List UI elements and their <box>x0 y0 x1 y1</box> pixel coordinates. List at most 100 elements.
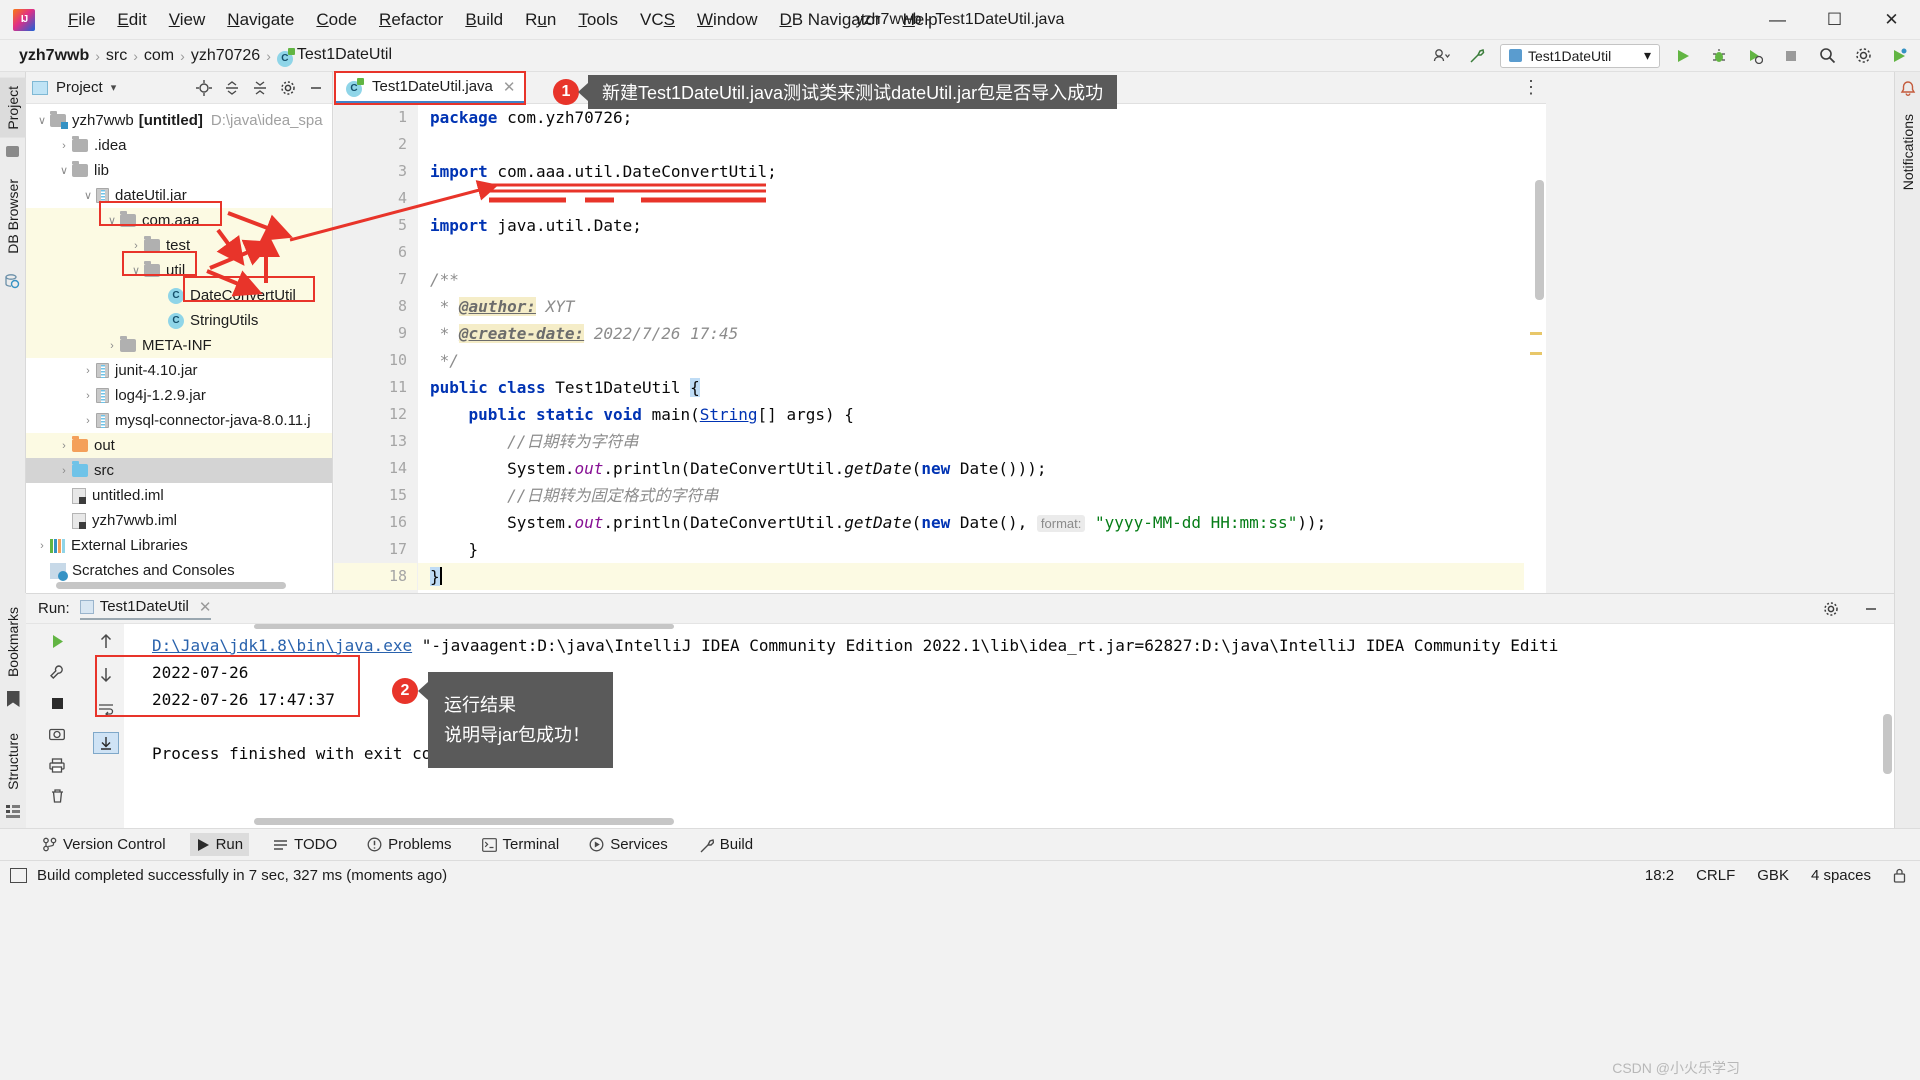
run-configuration-selector[interactable]: Test1DateUtil ▾ <box>1500 44 1660 68</box>
menu-tools[interactable]: Tools <box>567 6 629 34</box>
menu-vcs[interactable]: VCS <box>629 6 686 34</box>
console-java-path-link[interactable]: D:\Java\jdk1.8\bin\java.exe <box>152 636 412 655</box>
gear-icon[interactable] <box>278 78 298 98</box>
sidebar-item-db-browser[interactable]: DB Browser <box>0 171 26 262</box>
code-text[interactable]: package com.yzh70726; import com.aaa.uti… <box>418 104 1546 593</box>
tree-item-com-aaa[interactable]: ∨ com.aaa <box>26 208 332 233</box>
menu-view[interactable]: View <box>158 6 217 34</box>
soft-wrap-icon[interactable] <box>93 698 119 720</box>
tree-item-dateutil-jar[interactable]: ∨ dateUtil.jar <box>26 183 332 208</box>
stop-square-icon[interactable] <box>44 692 70 714</box>
tree-item-src[interactable]: › src <box>26 458 332 483</box>
close-icon[interactable]: ✕ <box>199 598 212 616</box>
locate-icon[interactable] <box>194 78 214 98</box>
chevron-icon[interactable]: › <box>56 140 72 152</box>
maximize-button[interactable]: ☐ <box>1806 0 1863 40</box>
tab-build[interactable]: Build <box>692 833 759 856</box>
editor-gutter[interactable]: 1 2 3 4 5 6 7 8 9 10 11 12 13 14 15 16 1… <box>334 104 418 593</box>
sidebar-item-project[interactable]: Project <box>0 78 26 138</box>
code-editor[interactable]: 1 2 3 4 5 6 7 8 9 10 11 12 13 14 15 16 1… <box>334 104 1546 593</box>
close-button[interactable]: ✕ <box>1863 0 1920 40</box>
breadcrumb-item-com[interactable]: com <box>139 47 179 65</box>
tree-item-dateconvertutil[interactable]: C DateConvertUtil <box>26 283 332 308</box>
chevron-icon[interactable]: › <box>56 465 72 477</box>
console-horizontal-scrollbar[interactable] <box>254 818 674 825</box>
breadcrumb-item-src[interactable]: src <box>101 47 132 65</box>
expand-all-icon[interactable] <box>222 78 242 98</box>
print-icon[interactable] <box>44 754 70 776</box>
breadcrumb-item-package[interactable]: yzh70726 <box>186 47 265 65</box>
menu-navigate[interactable]: Navigate <box>216 6 305 34</box>
editor-vertical-scrollbar[interactable] <box>1535 180 1544 300</box>
chevron-icon[interactable]: › <box>34 540 50 552</box>
menu-file[interactable]: FFileile <box>57 6 106 34</box>
more-options-icon[interactable]: ⋮ <box>1522 77 1540 98</box>
sidebar-item-bookmarks[interactable]: Bookmarks <box>0 599 26 685</box>
file-encoding[interactable]: GBK <box>1757 867 1789 884</box>
tree-item-log4j-jar[interactable]: › log4j-1.2.9.jar <box>26 383 332 408</box>
run-icon[interactable] <box>1670 44 1696 68</box>
up-icon[interactable] <box>93 630 119 652</box>
user-icon[interactable] <box>1428 44 1454 68</box>
chevron-icon[interactable]: ∨ <box>104 214 120 227</box>
minimize-icon[interactable] <box>306 78 326 98</box>
menu-refactor[interactable]: Refactor <box>368 6 454 34</box>
db-inspect-icon[interactable] <box>4 273 21 290</box>
marker-warning[interactable] <box>1530 352 1542 355</box>
chevron-icon[interactable]: ∨ <box>80 189 96 202</box>
editor-marker-bar[interactable] <box>1524 136 1546 625</box>
tab-terminal[interactable]: Terminal <box>476 833 566 856</box>
search-icon[interactable] <box>1814 44 1840 68</box>
chevron-icon[interactable]: ∨ <box>128 264 144 277</box>
menu-code[interactable]: Code <box>305 6 368 34</box>
tab-todo[interactable]: TODO <box>267 833 343 856</box>
console-vertical-scrollbar-area[interactable] <box>1878 624 1894 829</box>
chevron-icon[interactable]: › <box>80 365 96 377</box>
close-icon[interactable]: ✕ <box>503 78 516 96</box>
run-tab-test1dateutil[interactable]: Test1DateUtil ✕ <box>80 598 212 620</box>
minimize-button[interactable]: — <box>1749 0 1806 40</box>
debug-icon[interactable] <box>1706 44 1732 68</box>
menu-build[interactable]: Build <box>454 6 514 34</box>
caret-position[interactable]: 18:2 <box>1645 867 1674 884</box>
down-icon[interactable] <box>93 664 119 686</box>
stop-icon[interactable] <box>1778 44 1804 68</box>
chevron-icon[interactable]: › <box>80 390 96 402</box>
tree-item-out[interactable]: › out <box>26 433 332 458</box>
trash-icon[interactable] <box>44 785 70 807</box>
line-separator[interactable]: CRLF <box>1696 867 1735 884</box>
build-icon[interactable] <box>1464 44 1490 68</box>
breadcrumb-item-project[interactable]: yzh7wwb <box>14 47 94 65</box>
coverage-icon[interactable] <box>1742 44 1768 68</box>
sidebar-item-notifications[interactable]: Notifications <box>1895 106 1920 198</box>
chevron-icon[interactable]: › <box>80 415 96 427</box>
marker-warning[interactable] <box>1530 332 1542 335</box>
project-panel-horizontal-scrollbar[interactable] <box>56 582 286 589</box>
gear-icon[interactable] <box>1818 597 1844 621</box>
camera-icon[interactable] <box>44 723 70 745</box>
menu-window[interactable]: Window <box>686 6 768 34</box>
chevron-icon[interactable]: › <box>56 440 72 452</box>
editor-tab-test1dateutil[interactable]: C Test1DateUtil.java ✕ <box>334 72 525 103</box>
lock-icon[interactable] <box>1893 868 1908 883</box>
breadcrumb-item-file[interactable]: CTest1DateUtil <box>272 46 397 65</box>
sidebar-item-structure[interactable]: Structure <box>0 725 26 798</box>
tree-item-stringutils[interactable]: C StringUtils <box>26 308 332 333</box>
chevron-icon[interactable]: › <box>128 240 144 252</box>
run-console[interactable]: D:\Java\jdk1.8\bin\java.exe "-javaagent:… <box>124 624 1878 829</box>
console-horizontal-scrollbar-top[interactable] <box>254 624 674 629</box>
chevron-icon[interactable]: ∨ <box>34 114 50 127</box>
indent-setting[interactable]: 4 spaces <box>1811 867 1871 884</box>
tree-item-yzh7wwb-iml[interactable]: yzh7wwb.iml <box>26 508 332 533</box>
tree-item-test[interactable]: › test <box>26 233 332 258</box>
console-vertical-scrollbar[interactable] <box>1883 714 1892 774</box>
collapse-all-icon[interactable] <box>250 78 270 98</box>
notifications-bell-icon[interactable] <box>1899 80 1917 98</box>
chevron-icon[interactable]: › <box>104 340 120 352</box>
menu-edit[interactable]: Edit <box>106 6 157 34</box>
tree-item-mysql-jar[interactable]: › mysql-connector-java-8.0.11.j <box>26 408 332 433</box>
gear-icon[interactable] <box>1850 44 1876 68</box>
wrench-icon[interactable] <box>44 661 70 683</box>
chevron-down-icon[interactable]: ▾ <box>111 81 117 94</box>
tree-item-util[interactable]: ∨ util <box>26 258 332 283</box>
